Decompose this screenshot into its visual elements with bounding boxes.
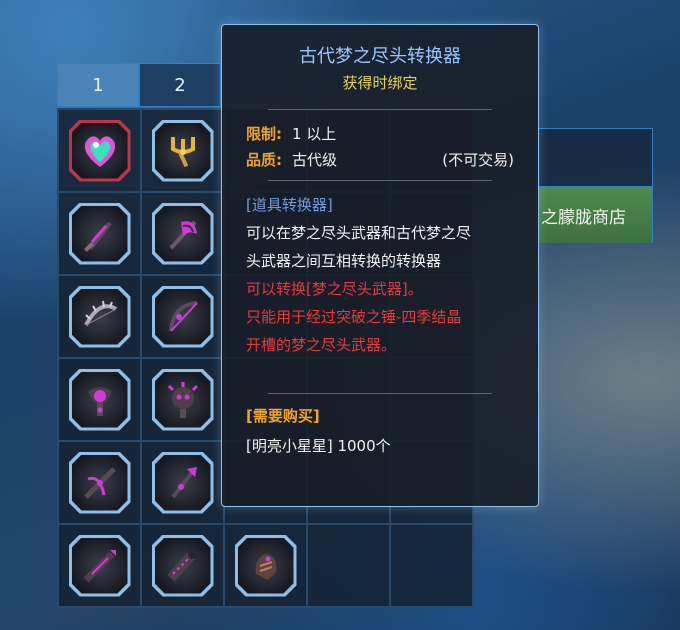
- purchase-label: [需要购买]: [246, 407, 320, 425]
- inventory-slot[interactable]: [224, 524, 307, 607]
- inventory-slot[interactable]: [141, 358, 224, 441]
- item-frame[interactable]: [151, 368, 214, 431]
- inventory-slot[interactable]: [141, 441, 224, 524]
- heart-gem-icon: [84, 135, 115, 167]
- item-frame[interactable]: [151, 534, 214, 597]
- golden-trident-icon: [170, 136, 195, 167]
- purchase-requirement: [需要购买] [明亮小星星] 1000个: [246, 402, 514, 460]
- warning-line: 开槽的梦之尽头武器。: [246, 336, 397, 354]
- item-description: [道具转换器] 可以在梦之尽头武器和古代梦之尽 头武器之间互相转换的转换器 可以…: [246, 191, 514, 359]
- purple-crossbow-icon: [83, 466, 116, 499]
- limit-row: 限制: 1 以上: [246, 120, 514, 146]
- description-line: 可以在梦之尽头武器和古代梦之尽: [246, 224, 472, 242]
- purple-lance-icon: [83, 549, 116, 582]
- tab-2[interactable]: 2: [139, 63, 221, 107]
- inventory-slot[interactable]: [58, 524, 141, 607]
- item-frame[interactable]: [68, 368, 131, 431]
- description-line: 头武器之间互相转换的转换器: [246, 252, 442, 270]
- item-frame[interactable]: [151, 451, 214, 514]
- limit-value: 1 以上: [292, 124, 337, 143]
- item-frame[interactable]: [68, 285, 131, 348]
- trade-status: (不可交易): [442, 150, 514, 169]
- inventory-slot[interactable]: [58, 192, 141, 275]
- inventory-slot[interactable]: [141, 524, 224, 607]
- spiked-bow-icon: [83, 300, 117, 326]
- purple-axe-icon: [169, 220, 197, 249]
- item-properties: 限制: 1 以上 品质: 古代级 (不可交易): [246, 120, 514, 172]
- inventory-slot[interactable]: [58, 358, 141, 441]
- inventory-slot[interactable]: [141, 275, 224, 358]
- inventory-slot[interactable]: [58, 275, 141, 358]
- inventory-slot[interactable]: [141, 192, 224, 275]
- item-frame[interactable]: [68, 202, 131, 265]
- item-frame[interactable]: [68, 451, 131, 514]
- purple-sword-icon: [83, 221, 112, 252]
- item-category: [道具转换器]: [246, 196, 333, 214]
- item-frame[interactable]: [151, 202, 214, 265]
- item-frame[interactable]: [68, 119, 131, 182]
- shop-panel: 之朦胧商店: [536, 128, 653, 243]
- limit-label: 限制:: [246, 124, 282, 143]
- item-frame[interactable]: [68, 534, 131, 597]
- divider: [268, 180, 492, 181]
- grade-value: 古代级: [292, 150, 338, 169]
- shop-button[interactable]: 之朦胧商店: [537, 187, 652, 243]
- purple-orb-staff-icon: [87, 386, 112, 416]
- item-frame[interactable]: [151, 285, 214, 348]
- grade-row: 品质: 古代级 (不可交易): [246, 146, 514, 172]
- inventory-slot[interactable]: [58, 441, 141, 524]
- purple-scepter-icon: [170, 466, 197, 498]
- warning-line: 可以转换[梦之尽头武器]。: [246, 280, 423, 298]
- purple-gauntlet-icon: [255, 553, 276, 580]
- purchase-value: [明亮小星星] 1000个: [246, 437, 391, 455]
- item-frame[interactable]: [151, 119, 214, 182]
- tab-1[interactable]: 1: [57, 63, 139, 107]
- inventory-tabs: 1 2: [57, 63, 221, 107]
- divider: [268, 393, 492, 394]
- purple-skull-mace-icon: [167, 381, 198, 418]
- bind-status: 获得时绑定: [342, 74, 418, 92]
- purple-bow-icon: [168, 300, 198, 332]
- item-title: 古代梦之尽头转换器: [299, 46, 461, 67]
- purple-cannon-icon: [166, 550, 196, 581]
- inventory-slot[interactable]: [58, 109, 141, 192]
- item-tooltip: 古代梦之尽头转换器 获得时绑定 限制: 1 以上 品质: 古代级 (不可交易) …: [221, 24, 539, 507]
- inventory-slot[interactable]: [141, 109, 224, 192]
- grade-label: 品质:: [246, 150, 282, 169]
- item-frame[interactable]: [234, 534, 297, 597]
- divider: [268, 109, 492, 110]
- warning-line: 只能用于经过突破之锤-四季结晶: [246, 308, 462, 326]
